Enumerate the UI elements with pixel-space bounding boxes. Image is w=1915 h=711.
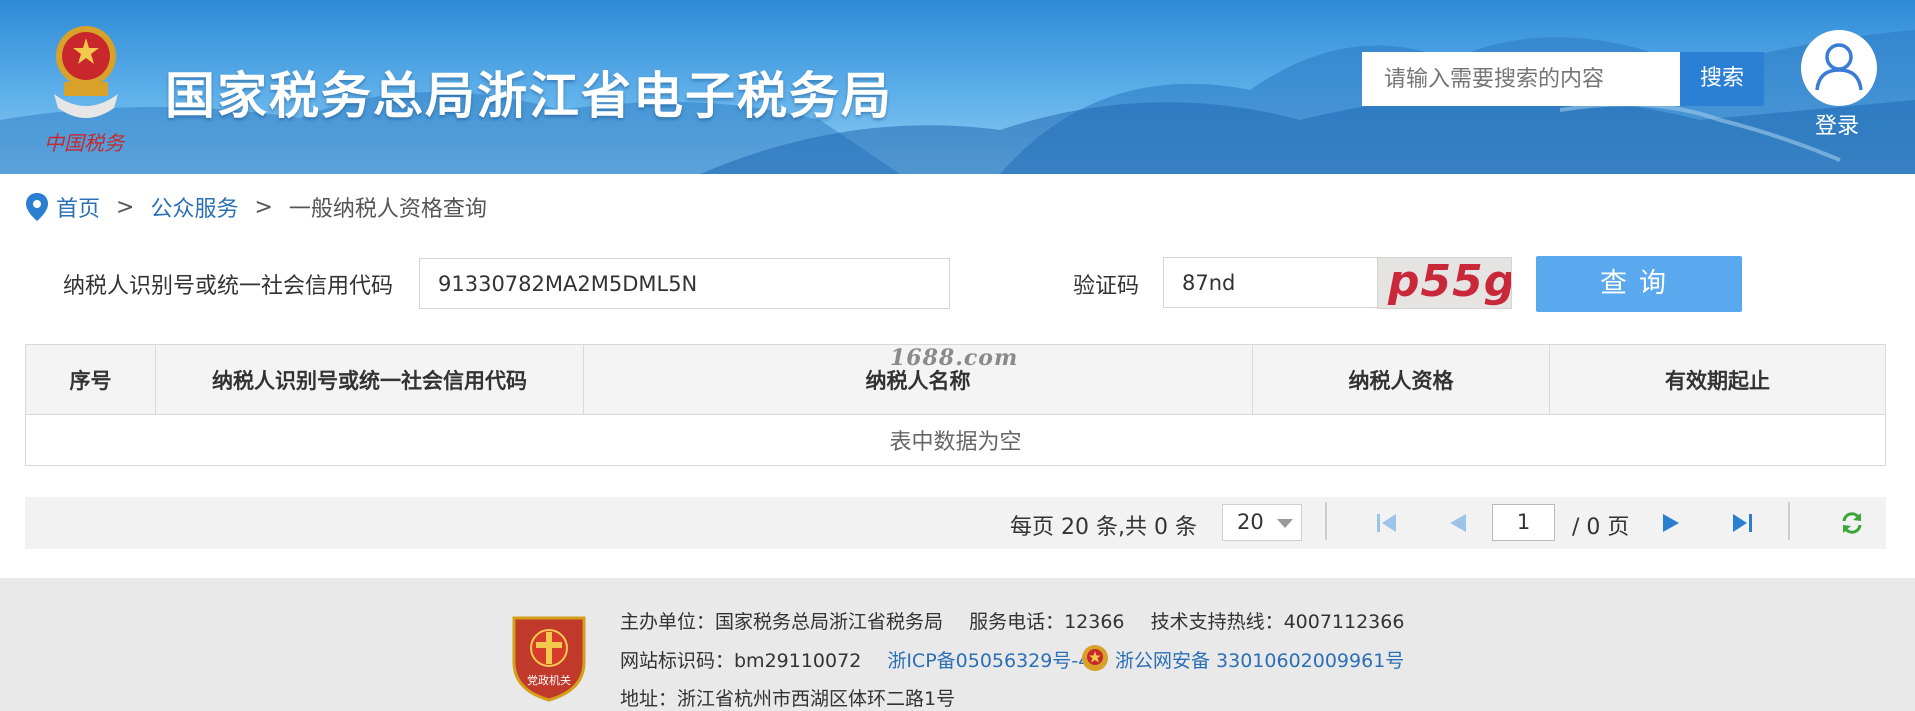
captcha-image-text: p55g <box>1388 257 1512 307</box>
query-button[interactable]: 查询 <box>1536 256 1742 312</box>
total-pages: / 0 页 <box>1572 515 1630 540</box>
page-size-select[interactable]: 20 <box>1222 504 1302 541</box>
breadcrumb-separator: > <box>254 194 273 220</box>
site-header: 中国税务 国家税务总局浙江省电子税务局 搜索 登录 <box>0 0 1915 174</box>
refresh-icon[interactable] <box>1837 508 1867 538</box>
footer-line-2: 网站标识码：bm29110072 浙ICP备05056329号-4 <box>620 646 1090 673</box>
pager-divider <box>1788 502 1790 540</box>
page-number-input[interactable]: 1 <box>1492 504 1555 541</box>
column-header-validity: 有效期起止 <box>1665 368 1770 393</box>
login-avatar[interactable] <box>1801 30 1877 106</box>
emblem-caption: 中国税务 <box>44 131 126 155</box>
footer-site-id: 网站标识码：bm29110072 <box>620 650 862 672</box>
pagination-info: 每页 20 条,共 0 条 <box>1010 515 1197 540</box>
column-header-index: 序号 <box>26 345 156 414</box>
first-page-icon[interactable] <box>1372 508 1402 538</box>
captcha-label: 验证码 <box>1073 274 1140 299</box>
captcha-input[interactable] <box>1163 257 1378 308</box>
pagination-bar: 每页 20 条,共 0 条 20 1 / 0 页 <box>25 497 1886 549</box>
footer-police-link[interactable]: 浙公网安备 33010602009961号 <box>1115 650 1404 672</box>
location-pin-icon <box>26 193 48 221</box>
chevron-down-icon <box>1277 519 1293 528</box>
party-government-badge[interactable]: 党政机关 <box>510 612 588 702</box>
badge-text: 党政机关 <box>527 673 571 687</box>
footer-service-phone: 服务电话：12366 <box>969 611 1125 633</box>
police-badge-icon <box>1082 645 1108 671</box>
footer-icp-link[interactable]: 浙ICP备05056329号-4 <box>887 650 1090 672</box>
page-size-value: 20 <box>1237 510 1264 534</box>
site-footer <box>0 578 1915 711</box>
pager-divider <box>1325 502 1327 540</box>
search-input[interactable] <box>1362 52 1680 106</box>
breadcrumb-separator: > <box>116 194 135 220</box>
last-page-icon[interactable] <box>1727 508 1757 538</box>
next-page-icon[interactable] <box>1657 508 1687 538</box>
search-button[interactable]: 搜索 <box>1680 52 1764 106</box>
table-empty-message: 表中数据为空 <box>889 430 1022 455</box>
captcha-image[interactable]: p55g <box>1377 257 1512 309</box>
user-icon <box>1815 43 1863 91</box>
login-link[interactable]: 登录 <box>1815 108 1859 140</box>
footer-sponsor: 主办单位：国家税务总局浙江省税务局 <box>620 611 944 633</box>
breadcrumb: 首页 > 公众服务 > 一般纳税人资格查询 <box>26 190 487 224</box>
prev-page-icon[interactable] <box>1442 508 1472 538</box>
taxpayer-id-label: 纳税人识别号或统一社会信用代码 <box>63 274 394 299</box>
site-title: 国家税务总局浙江省电子税务局 <box>165 67 893 125</box>
watermark: 1688.com <box>890 345 1019 371</box>
taxpayer-id-input[interactable] <box>419 258 950 309</box>
breadcrumb-home[interactable]: 首页 <box>56 191 100 223</box>
breadcrumb-public-service[interactable]: 公众服务 <box>150 191 238 223</box>
tax-emblem-logo: 中国税务 <box>44 26 126 155</box>
footer-police-wrap: 浙公网安备 33010602009961号 <box>1115 646 1404 673</box>
footer-address: 地址：浙江省杭州市西湖区体环二路1号 <box>620 688 956 710</box>
column-header-taxpayer-id: 纳税人识别号或统一社会信用代码 <box>156 345 584 414</box>
footer-line-1: 主办单位：国家税务总局浙江省税务局 服务电话：12366 技术支持热线：4007… <box>620 607 1404 634</box>
footer-support-hotline: 技术支持热线：4007112366 <box>1150 611 1405 633</box>
column-header-qualification: 纳税人资格 <box>1253 345 1550 414</box>
breadcrumb-current: 一般纳税人资格查询 <box>288 197 487 222</box>
